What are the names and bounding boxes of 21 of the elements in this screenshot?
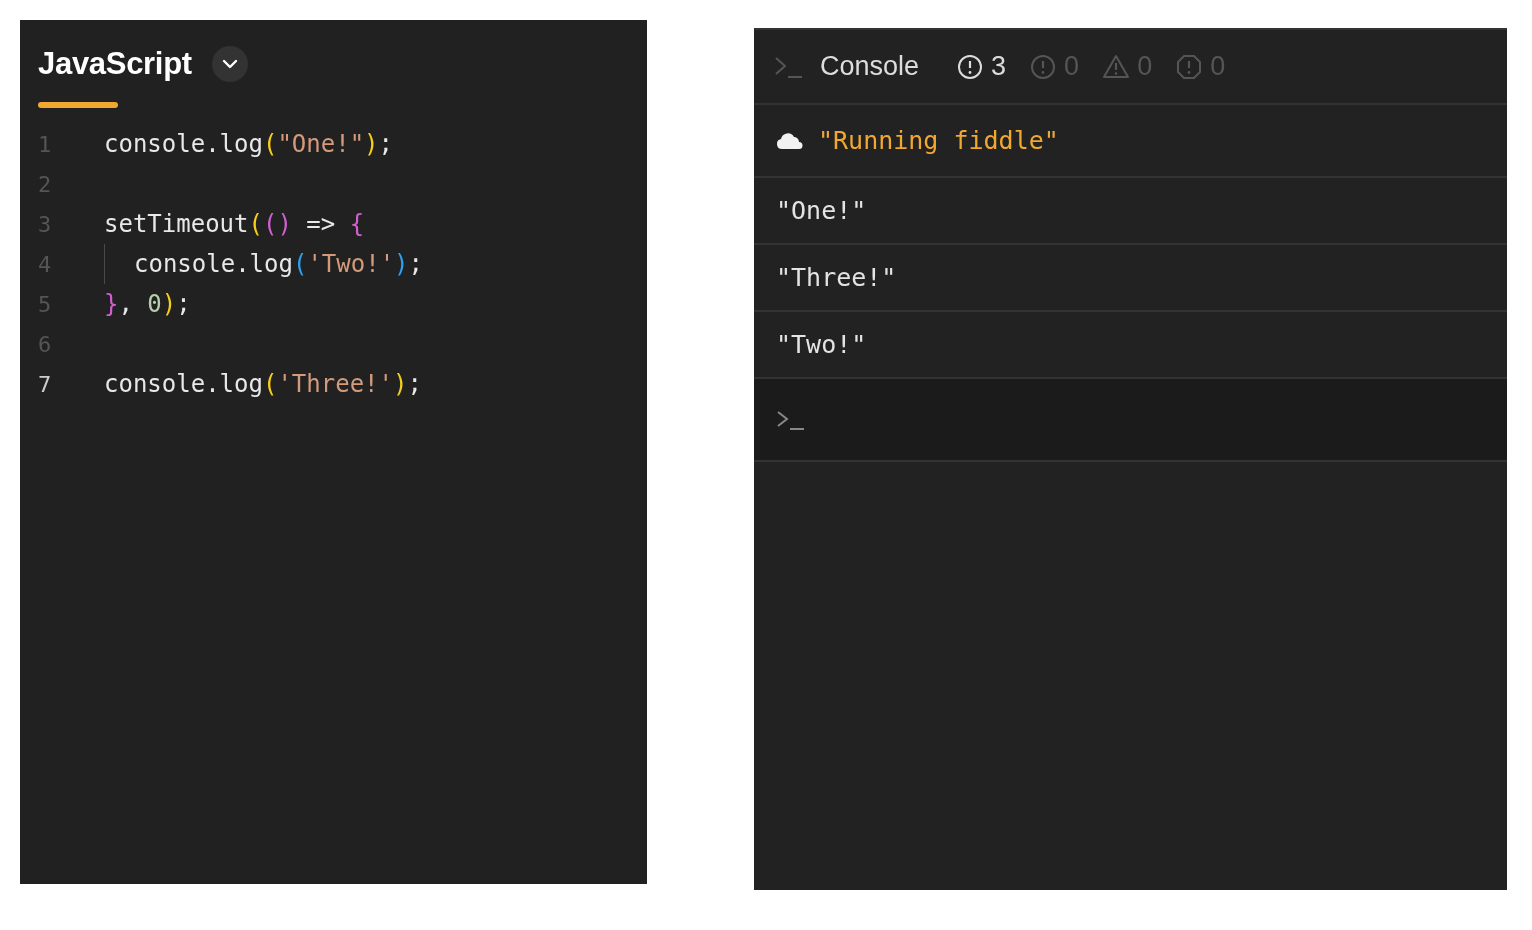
line-number: 7 bbox=[38, 371, 53, 397]
console-message: "Running fiddle" bbox=[818, 126, 1059, 155]
warning-icon bbox=[1103, 53, 1130, 80]
console-title: Console bbox=[820, 51, 920, 82]
code-line: }, 0); bbox=[104, 290, 191, 318]
alert-circle-icon bbox=[1030, 53, 1057, 80]
code-line: console.log("One!"); bbox=[104, 130, 393, 158]
console-message: "Two!" bbox=[776, 330, 867, 359]
console-input-field[interactable] bbox=[754, 379, 1507, 462]
language-title: JavaScript bbox=[38, 46, 192, 82]
code-line: setTimeout(() => { bbox=[104, 210, 365, 238]
console-message: "One!" bbox=[776, 196, 867, 225]
language-dropdown-button[interactable] bbox=[211, 46, 248, 82]
octagon-alert-icon bbox=[1176, 53, 1203, 80]
alert-circle-icon bbox=[957, 53, 984, 80]
log-filter-button[interactable]: 3 bbox=[957, 51, 1007, 82]
cloud-icon bbox=[776, 130, 804, 151]
code-line: console.log('Three!'); bbox=[104, 370, 422, 398]
terminal-icon bbox=[774, 54, 804, 79]
console-message: "Three!" bbox=[776, 263, 897, 292]
code-line: console.log('Two!'); bbox=[134, 250, 423, 278]
